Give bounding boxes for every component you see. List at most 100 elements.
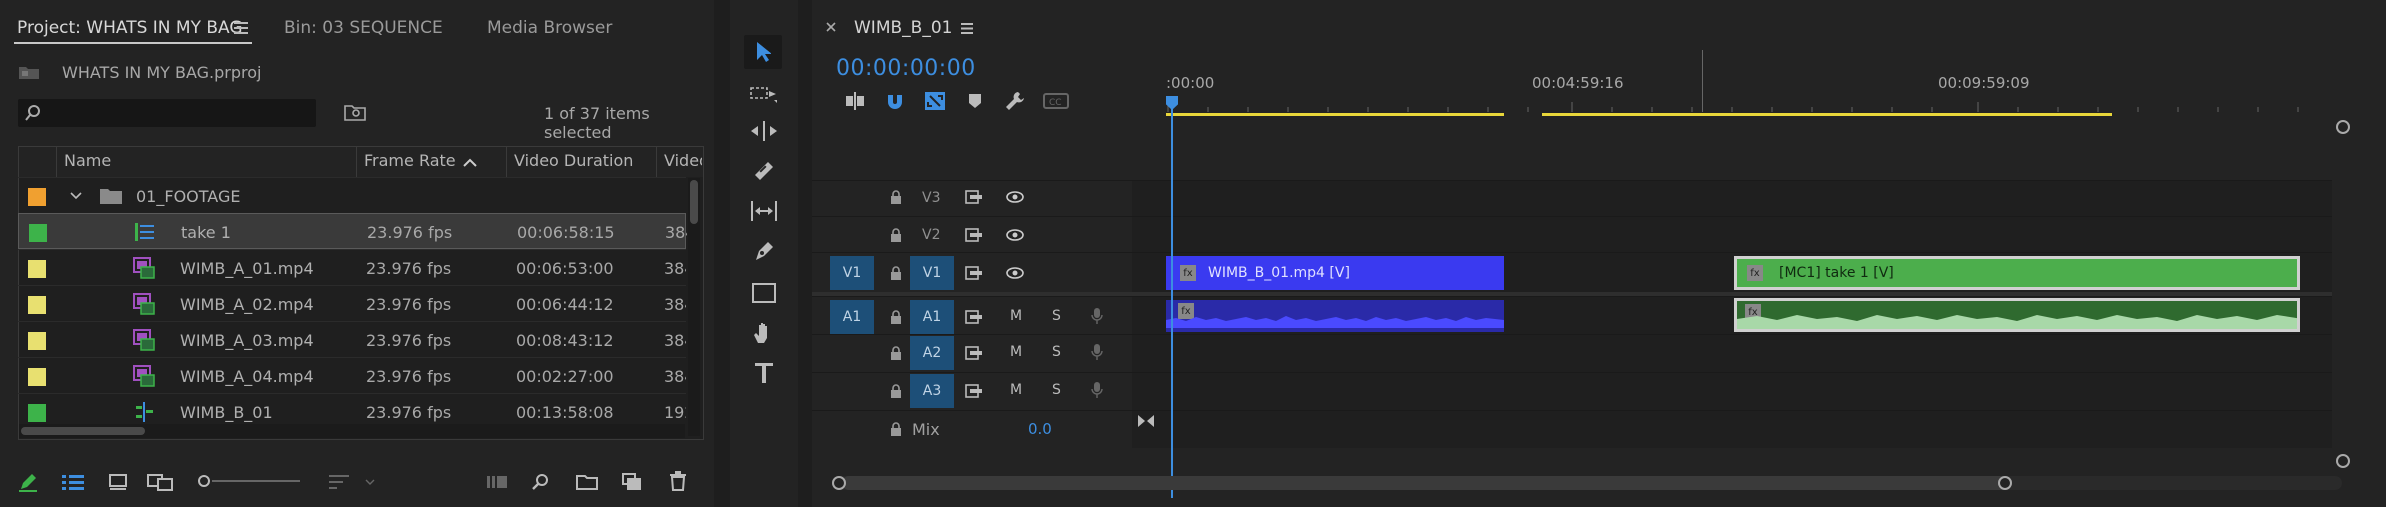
microphone-icon[interactable]: [1088, 342, 1106, 362]
label-color-swatch[interactable]: [28, 368, 46, 386]
sequence-tab[interactable]: WIMB_B_01: [854, 18, 952, 38]
zoom-scroll-thumb[interactable]: [842, 476, 2012, 490]
source-patch-v1[interactable]: V1: [830, 256, 874, 290]
track-target-a1[interactable]: A1: [910, 300, 954, 334]
selection-tool-icon[interactable]: [744, 35, 782, 69]
lock-icon[interactable]: [888, 308, 904, 326]
automate-to-sequence-icon[interactable]: [484, 471, 510, 493]
column-name[interactable]: Name: [64, 151, 111, 170]
vertical-zoom-handle[interactable]: [2336, 120, 2350, 134]
label-color-swatch[interactable]: [28, 188, 46, 206]
eye-icon[interactable]: [1004, 188, 1026, 206]
tab-media-browser[interactable]: Media Browser: [487, 18, 612, 38]
solo-button[interactable]: S: [1052, 308, 1061, 324]
zoom-handle-right[interactable]: [1998, 476, 2012, 490]
search-input[interactable]: [18, 99, 316, 127]
label-color-swatch[interactable]: [28, 404, 46, 422]
lock-icon[interactable]: [888, 382, 904, 400]
horizontal-scroll-thumb[interactable]: [21, 427, 145, 435]
eye-icon[interactable]: [1004, 264, 1026, 282]
add-marker-icon[interactable]: [962, 90, 988, 112]
rectangle-tool-icon[interactable]: [748, 278, 780, 308]
sync-lock-icon[interactable]: [964, 188, 984, 206]
zoom-slider[interactable]: [198, 471, 300, 491]
hand-tool-icon[interactable]: [748, 318, 780, 348]
list-view-icon[interactable]: [60, 470, 86, 494]
vertical-zoom-handle[interactable]: [2336, 454, 2350, 468]
close-icon[interactable]: [824, 20, 838, 34]
zoom-slider-handle[interactable]: [198, 475, 210, 487]
chevron-down-icon[interactable]: [68, 188, 84, 204]
playhead-timecode[interactable]: 00:00:00:00: [836, 56, 976, 81]
tab-bin-sequence[interactable]: Bin: 03 SEQUENCE: [284, 18, 443, 38]
sync-lock-icon[interactable]: [964, 382, 984, 400]
sort-icons-icon[interactable]: [326, 471, 352, 493]
list-item[interactable]: WIMB_A_01.mp4 23.976 fps 00:06:53:00 384: [18, 249, 686, 285]
sort-ascending-icon[interactable]: [460, 153, 480, 171]
pencil-icon[interactable]: [16, 470, 40, 494]
list-item[interactable]: WIMB_A_03.mp4 23.976 fps 00:08:43:12 384: [18, 321, 686, 357]
column-video[interactable]: Video: [664, 151, 702, 170]
type-tool-icon[interactable]: [748, 358, 780, 388]
track-label-v3[interactable]: V3: [922, 190, 940, 206]
timeline-zoom-scrollbar[interactable]: [832, 476, 2342, 490]
solo-button[interactable]: S: [1052, 382, 1061, 398]
mute-button[interactable]: M: [1010, 344, 1022, 360]
work-area-bar[interactable]: [1542, 113, 2112, 116]
pen-tool-icon[interactable]: [748, 236, 780, 266]
eye-icon[interactable]: [1004, 226, 1026, 244]
list-item[interactable]: WIMB_A_04.mp4 23.976 fps 00:02:27:00 384: [18, 357, 686, 393]
label-color-swatch[interactable]: [28, 296, 46, 314]
horizontal-scrollbar[interactable]: [19, 424, 685, 438]
ripple-edit-tool-icon[interactable]: [748, 116, 780, 146]
lock-icon[interactable]: [888, 420, 904, 438]
multicam-audio-clip[interactable]: fx: [1734, 298, 2300, 332]
track-target-a2[interactable]: A2: [910, 336, 954, 370]
sync-lock-icon[interactable]: [964, 344, 984, 362]
snap-magnet-icon[interactable]: [882, 90, 908, 112]
label-color-swatch[interactable]: [29, 224, 47, 242]
go-to-end-icon[interactable]: [1136, 410, 1156, 432]
find-icon[interactable]: [528, 470, 552, 494]
multicam-clip[interactable]: fx [MC1] take 1 [V]: [1734, 256, 2300, 290]
lock-icon[interactable]: [888, 188, 904, 206]
chevron-down-icon[interactable]: [362, 474, 378, 490]
source-patch-a1[interactable]: A1: [830, 300, 874, 334]
microphone-icon[interactable]: [1088, 306, 1106, 326]
mute-button[interactable]: M: [1010, 382, 1022, 398]
mix-volume-value[interactable]: 0.0: [1028, 420, 1052, 438]
slip-tool-icon[interactable]: [748, 196, 780, 226]
list-item[interactable]: take 1 23.976 fps 00:06:58:15 384: [18, 213, 687, 249]
sync-lock-icon[interactable]: [964, 308, 984, 326]
label-color-swatch[interactable]: [28, 260, 46, 278]
time-ruler[interactable]: [1166, 92, 2332, 112]
track-target-a3[interactable]: A3: [910, 374, 954, 408]
column-frame-rate[interactable]: Frame Rate: [364, 151, 456, 170]
trash-icon[interactable]: [666, 469, 690, 493]
wrench-icon[interactable]: [1002, 90, 1028, 112]
panel-menu-icon[interactable]: [958, 20, 976, 36]
audio-clip[interactable]: fx: [1166, 300, 1504, 332]
new-search-bin-icon[interactable]: [342, 101, 368, 123]
captions-icon[interactable]: CC: [1042, 90, 1070, 112]
video-clip[interactable]: fx WIMB_B_01.mp4 [V]: [1166, 256, 1504, 290]
panel-menu-icon[interactable]: [230, 18, 252, 38]
playhead-line[interactable]: [1171, 108, 1173, 498]
track-label-v2[interactable]: V2: [922, 227, 940, 243]
zoom-handle-left[interactable]: [832, 476, 846, 490]
track-target-v1[interactable]: V1: [910, 256, 954, 290]
tab-project[interactable]: Project: WHATS IN MY BAG: [17, 18, 243, 38]
new-bin-icon[interactable]: [574, 470, 600, 494]
microphone-icon[interactable]: [1088, 380, 1106, 400]
folder-row[interactable]: 01_FOOTAGE: [18, 177, 686, 213]
lock-icon[interactable]: [888, 344, 904, 362]
vertical-scroll-thumb[interactable]: [690, 180, 698, 224]
new-item-icon[interactable]: [620, 470, 644, 494]
vertical-scrollbar[interactable]: [688, 178, 700, 436]
label-color-swatch[interactable]: [28, 332, 46, 350]
freeform-view-icon[interactable]: [146, 470, 176, 494]
mute-button[interactable]: M: [1010, 308, 1022, 324]
list-item[interactable]: WIMB_A_02.mp4 23.976 fps 00:06:44:12 384: [18, 285, 686, 321]
lock-icon[interactable]: [888, 264, 904, 282]
solo-button[interactable]: S: [1052, 344, 1061, 360]
